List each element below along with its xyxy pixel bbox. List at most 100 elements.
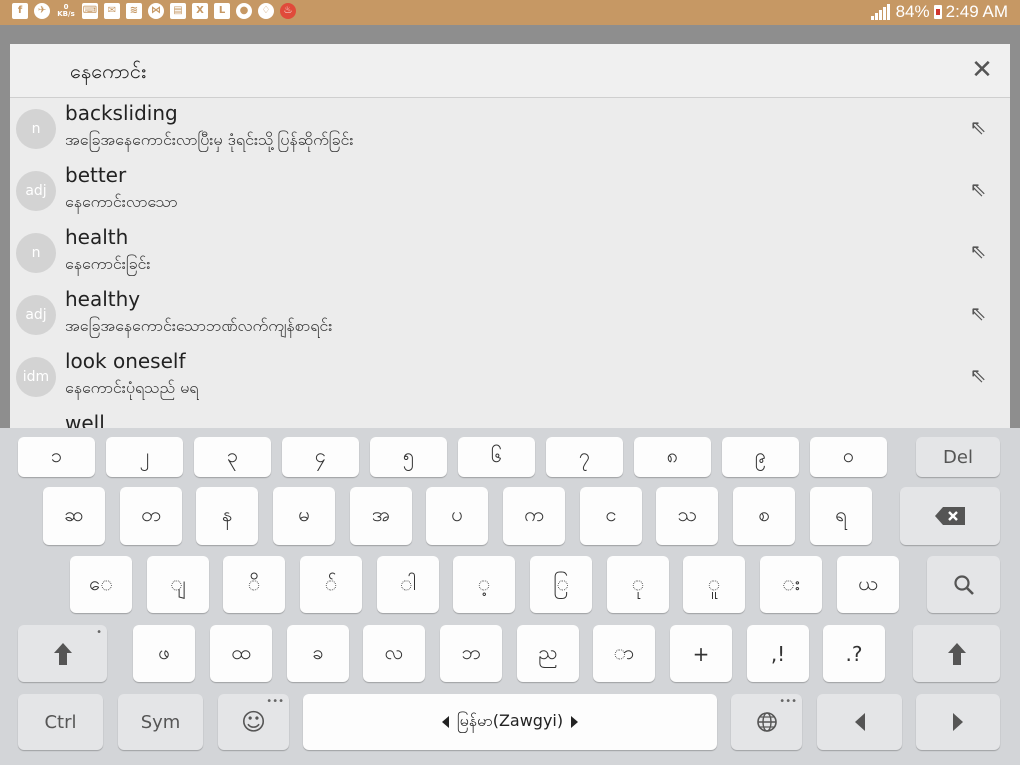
insert-arrow-icon[interactable]: ⇖ xyxy=(966,363,990,387)
cursor-left-button[interactable] xyxy=(817,694,902,750)
space-bar[interactable]: မြန်မာ(Zawgyi) xyxy=(303,694,717,750)
key-letter[interactable]: ြ xyxy=(530,556,592,613)
key-comma[interactable]: ,! xyxy=(747,625,809,682)
cursor-right-button[interactable] xyxy=(916,694,1000,750)
wifi-icon: ≋ xyxy=(126,3,142,19)
shift-icon xyxy=(947,642,966,665)
list-item[interactable]: idm look oneself နေကောင်းပုံရသည် မရ ⇖ xyxy=(10,346,1010,408)
x-icon: X xyxy=(192,3,208,19)
next-language-icon xyxy=(571,716,579,728)
fire-icon: ♨ xyxy=(280,3,296,19)
result-word: look oneself xyxy=(65,349,186,373)
pos-badge: n xyxy=(16,109,56,149)
delete-button[interactable]: Del xyxy=(916,437,1000,477)
key-plus[interactable]: + xyxy=(670,625,732,682)
key-letter[interactable]: လ xyxy=(363,625,425,682)
key-letter[interactable]: တ xyxy=(120,487,182,545)
result-meaning: အခြေအနေကောင်းလာပြီးမှ ဒုံရင်းသို့ပြန်ဆို… xyxy=(65,130,354,149)
ctrl-button[interactable]: Ctrl xyxy=(18,694,103,750)
keyboard-icon: ⌨ xyxy=(82,3,98,19)
key-letter[interactable]: က xyxy=(503,487,565,545)
key-letter[interactable]: ိ xyxy=(223,556,285,613)
list-item[interactable]: n backsliding အခြေအနေကောင်းလာပြီးမှ ဒုံရ… xyxy=(10,98,1010,160)
pos-badge: n xyxy=(16,233,56,273)
notification-icon: ✈ xyxy=(34,3,50,19)
close-icon[interactable]: ✕ xyxy=(968,56,996,84)
search-key[interactable] xyxy=(927,556,1000,613)
key-letter[interactable]: ျ xyxy=(147,556,209,613)
prev-language-icon xyxy=(441,716,449,728)
key-digit-8[interactable]: ၈ xyxy=(634,437,711,477)
sym-button[interactable]: Sym xyxy=(118,694,203,750)
list-item[interactable]: adj healthy အခြေအနေကောင်းသောဘဏ်လက်ကျန်စာ… xyxy=(10,284,1010,346)
data-speed-icon: 0 KB/s xyxy=(56,4,76,18)
key-letter[interactable]: ူ xyxy=(683,556,745,613)
globe-hint-icon: ••• xyxy=(779,696,797,707)
key-digit-3[interactable]: ၃ xyxy=(194,437,271,477)
emoji-button[interactable]: ☺ ••• xyxy=(218,694,289,750)
key-letter[interactable]: ယ xyxy=(837,556,899,613)
insert-arrow-icon[interactable]: ⇖ xyxy=(966,115,990,139)
share-icon: ⋈ xyxy=(148,3,164,19)
key-digit-2[interactable]: ၂ xyxy=(106,437,183,477)
signal-icon xyxy=(870,4,890,20)
key-digit-9[interactable]: ၉ xyxy=(722,437,799,477)
key-letter[interactable]: ခ xyxy=(287,625,349,682)
key-letter[interactable]: ဆ xyxy=(43,487,105,545)
key-letter[interactable]: အ xyxy=(350,487,412,545)
mic-hint-icon: ••• xyxy=(266,696,284,707)
list-item[interactable]: n health နေကောင်းခြင်း ⇖ xyxy=(10,222,1010,284)
insert-arrow-icon[interactable]: ⇖ xyxy=(966,177,990,201)
key-letter[interactable]: ည xyxy=(517,625,579,682)
key-letter[interactable]: ု xyxy=(607,556,669,613)
facebook-icon: f xyxy=(12,3,28,19)
key-letter[interactable]: ပ xyxy=(426,487,488,545)
search-input[interactable] xyxy=(68,56,932,86)
key-letter[interactable]: မ xyxy=(273,487,335,545)
status-left-icons: f ✈ 0 KB/s ⌨ ✉ ≋ ⋈ ▤ X L ● ♢ ♨ xyxy=(12,3,296,19)
result-meaning: နေကောင်းပုံရသည် မရ xyxy=(65,378,199,397)
key-letter[interactable]: ေ xyxy=(70,556,132,613)
key-letter[interactable]: ် xyxy=(300,556,362,613)
key-digit-5[interactable]: ၅ xyxy=(370,437,447,477)
result-meaning: နေကောင်းလာသော xyxy=(65,192,178,211)
key-letter[interactable]: ဖ xyxy=(133,625,195,682)
shift-right-button[interactable] xyxy=(913,625,1000,682)
key-letter[interactable]: း xyxy=(760,556,822,613)
key-letter[interactable]: ထ xyxy=(210,625,272,682)
result-word: better xyxy=(65,163,127,187)
key-letter[interactable]: သ xyxy=(656,487,718,545)
shift-hint-dot: • xyxy=(96,627,102,638)
key-letter[interactable]: န xyxy=(196,487,258,545)
pos-badge: idm xyxy=(16,357,56,397)
insert-arrow-icon[interactable]: ⇖ xyxy=(966,239,990,263)
results-list: n backsliding အခြေအနေကောင်းလာပြီးမှ ဒုံရ… xyxy=(10,98,1010,428)
shift-left-button[interactable]: • xyxy=(18,625,107,682)
key-digit-1[interactable]: ၁ xyxy=(18,437,95,477)
status-bar: f ✈ 0 KB/s ⌨ ✉ ≋ ⋈ ▤ X L ● ♢ ♨ 84% 2:49 … xyxy=(0,0,1020,25)
arrow-right-icon xyxy=(953,713,963,731)
key-letter[interactable]: ရ xyxy=(810,487,872,545)
bulb-icon: ♢ xyxy=(258,3,274,19)
key-letter[interactable]: င xyxy=(580,487,642,545)
emoji-icon: ☺ xyxy=(240,708,267,736)
key-letter[interactable]: ာ xyxy=(593,625,655,682)
key-letter[interactable]: ဘ xyxy=(440,625,502,682)
insert-arrow-icon[interactable]: ⇖ xyxy=(966,301,990,325)
key-period[interactable]: .? xyxy=(823,625,885,682)
key-digit-0[interactable]: ၀ xyxy=(810,437,887,477)
key-letter[interactable]: စ xyxy=(733,487,795,545)
chat-icon: ✉ xyxy=(104,3,120,19)
key-digit-6[interactable]: ၆ xyxy=(458,437,535,477)
key-digit-7[interactable]: ၇ xyxy=(546,437,623,477)
result-word: backsliding xyxy=(65,101,178,125)
status-right: 84% 2:49 AM xyxy=(870,2,1008,22)
key-letter[interactable]: ါ xyxy=(377,556,439,613)
search-bar: ✕ xyxy=(10,44,1010,98)
list-item[interactable]: adj better နေကောင်းလာသော ⇖ xyxy=(10,160,1010,222)
backspace-button[interactable] xyxy=(900,487,1000,545)
list-item[interactable]: well xyxy=(10,408,1010,428)
key-digit-4[interactable]: ၄ xyxy=(282,437,359,477)
language-button[interactable]: ••• xyxy=(731,694,802,750)
key-letter[interactable]: ့ xyxy=(453,556,515,613)
